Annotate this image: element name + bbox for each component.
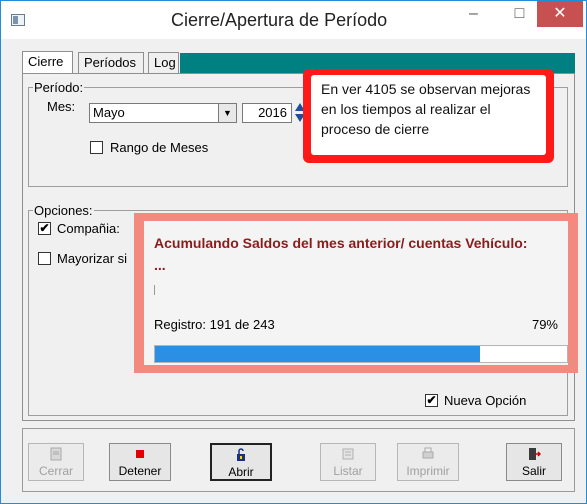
tab-periodos[interactable]: Períodos (78, 52, 144, 73)
progress-title-text: Acumulando Saldos del mes anterior/ cuen… (154, 235, 528, 251)
abrir-button[interactable]: Abrir (210, 443, 272, 481)
progress-percent: 79% (531, 317, 558, 332)
salir-button[interactable]: Salir (506, 443, 562, 481)
nueva-opcion-checkbox[interactable]: ✔ (425, 394, 438, 407)
tab-log[interactable]: Log (148, 52, 179, 73)
window-title: Cierre/Apertura de Período (171, 10, 388, 30)
title-bar: Cierre/Apertura de Período – □ ✕ (1, 1, 586, 39)
periodo-legend: Período: (33, 80, 85, 95)
tab-cierre[interactable]: Cierre (22, 51, 73, 73)
annotation-text: En ver 4105 se observan mejoras en los t… (311, 75, 546, 155)
detener-label: Detener (118, 464, 162, 478)
bottom-toolbar (22, 428, 575, 492)
exit-icon (529, 448, 541, 460)
document-icon (50, 447, 62, 461)
progress-registro: Registro: 191 de 243 (154, 317, 275, 332)
detener-button[interactable]: Detener (109, 443, 171, 481)
minimize-button[interactable]: – (451, 1, 496, 29)
cierre-apertura-window: Cierre/Apertura de Período – □ ✕ Cierre … (0, 0, 587, 504)
stop-icon (136, 450, 144, 458)
progress-dialog-frame: Acumulando Saldos del mes anterior/ cuen… (134, 213, 578, 373)
cerrar-button[interactable]: Cerrar (28, 443, 84, 481)
chevron-down-icon[interactable]: ▼ (218, 104, 236, 122)
printer-icon (422, 447, 434, 459)
lock-open-icon (237, 448, 245, 461)
salir-label: Salir (521, 464, 546, 478)
compania-label: Compañia: (57, 221, 120, 236)
progress-bar-fill (155, 346, 480, 362)
maximize-button[interactable]: □ (497, 1, 542, 29)
list-icon (342, 448, 354, 460)
listar-button[interactable]: Listar (320, 443, 376, 481)
mayorizar-checkbox[interactable] (38, 252, 51, 265)
progress-dialog: Acumulando Saldos del mes anterior/ cuen… (144, 221, 568, 365)
mayorizar-label: Mayorizar si (57, 251, 128, 266)
close-button[interactable]: ✕ (537, 1, 583, 27)
progress-bar (154, 345, 568, 363)
rango-meses-label: Rango de Meses (110, 140, 209, 155)
cerrar-label: Cerrar (38, 464, 73, 478)
annotation-callout: En ver 4105 se observan mejoras en los t… (303, 69, 554, 163)
imprimir-button[interactable]: Imprimir (397, 443, 459, 481)
app-icon (11, 14, 25, 26)
listar-label: Listar (333, 464, 363, 478)
text-caret (154, 285, 155, 295)
mes-select-value: Mayo (93, 105, 125, 120)
rango-meses-checkbox[interactable] (90, 141, 103, 154)
nueva-opcion-label: Nueva Opción (444, 393, 527, 408)
year-field[interactable]: 2016 (242, 103, 292, 123)
progress-subtitle: ... (154, 257, 166, 273)
abrir-label: Abrir (228, 465, 254, 479)
opciones-legend: Opciones: (33, 203, 94, 218)
compania-checkbox[interactable]: ✔ (38, 222, 51, 235)
progress-title: Acumulando Saldos del mes anterior/ cuen… (154, 232, 564, 276)
mes-label: Mes: (47, 99, 76, 114)
imprimir-label: Imprimir (406, 464, 450, 478)
mes-select[interactable]: Mayo ▼ (89, 103, 237, 123)
